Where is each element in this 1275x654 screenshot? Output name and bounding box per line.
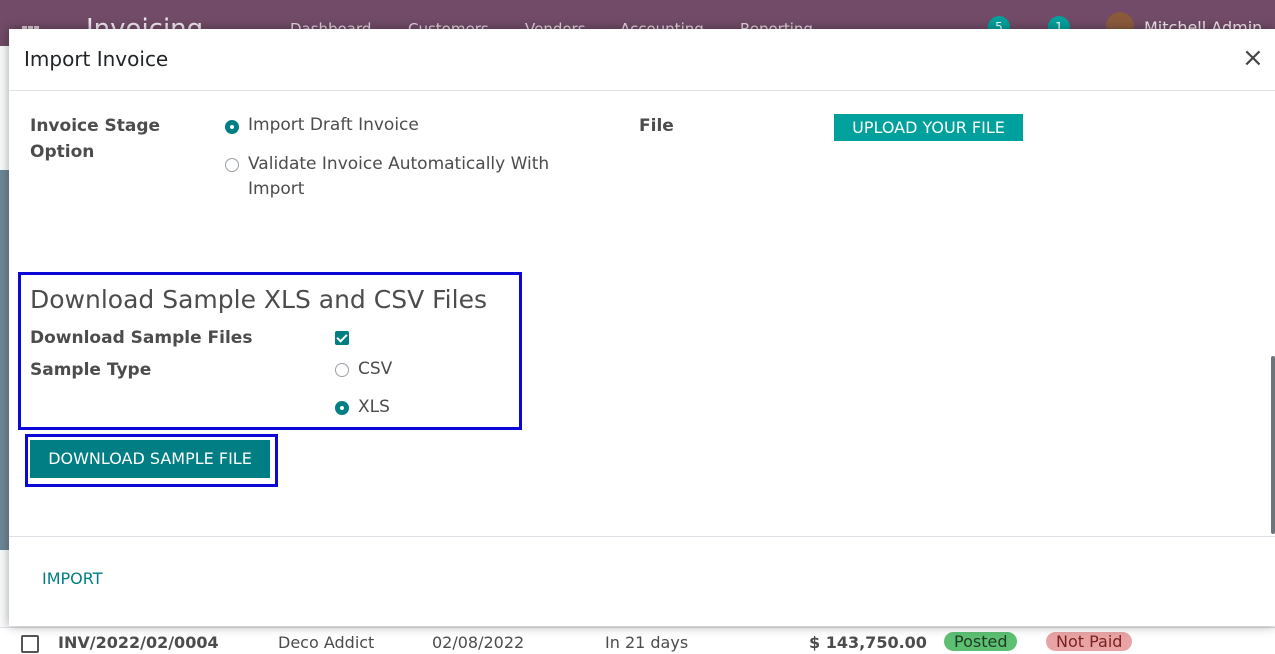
- download-sample-file-button[interactable]: DOWNLOAD SAMPLE FILE: [30, 440, 270, 478]
- sample-section-title: Download Sample XLS and CSV Files: [30, 285, 487, 314]
- sample-type-label: Sample Type: [30, 360, 152, 380]
- download-sample-checkbox[interactable]: [335, 331, 349, 345]
- xls-option-label: XLS: [358, 397, 390, 417]
- upload-file-button[interactable]: UPLOAD YOUR FILE: [834, 114, 1023, 141]
- import-draft-radio[interactable]: [225, 120, 239, 134]
- import-draft-option-label: Import Draft Invoice: [248, 115, 419, 135]
- import-invoice-dialog: Import Invoice × Invoice Stage Option Im…: [9, 29, 1275, 626]
- invoice-number: INV/2022/02/0004: [58, 633, 219, 652]
- invoice-stage-label-line2: Option: [30, 142, 95, 162]
- invoice-date: 02/08/2022: [432, 633, 525, 652]
- dialog-header: Import Invoice ×: [9, 29, 1275, 91]
- invoice-due: In 21 days: [605, 633, 689, 652]
- import-button[interactable]: IMPORT: [42, 569, 103, 588]
- csv-radio[interactable]: [335, 363, 349, 377]
- row-checkbox[interactable]: [21, 635, 39, 653]
- invoice-stage-label-line1: Invoice Stage: [30, 116, 161, 136]
- validate-auto-option-label: Validate Invoice Automatically With: [248, 154, 550, 174]
- xls-radio[interactable]: [335, 401, 349, 415]
- close-icon[interactable]: ×: [1242, 43, 1264, 73]
- dialog-scrollbar[interactable]: [1271, 356, 1275, 534]
- invoice-amount: $ 143,750.00: [809, 633, 927, 652]
- background-panel: [0, 170, 9, 550]
- validate-auto-radio[interactable]: [225, 158, 239, 172]
- file-label: File: [639, 116, 674, 136]
- dialog-title: Import Invoice: [24, 47, 169, 71]
- payment-badge: Not Paid: [1046, 632, 1133, 651]
- validate-auto-option-label-cont: Import: [248, 179, 305, 199]
- invoice-stage-label: Invoice Stage Option: [30, 113, 160, 165]
- table-row[interactable]: INV/2022/02/0004 Deco Addict 02/08/2022 …: [0, 627, 1275, 654]
- invoice-partner: Deco Addict: [278, 633, 375, 652]
- dialog-footer: IMPORT: [9, 536, 1275, 627]
- download-sample-label: Download Sample Files: [30, 328, 253, 348]
- status-badge: Posted: [944, 632, 1018, 651]
- csv-option-label: CSV: [358, 359, 393, 379]
